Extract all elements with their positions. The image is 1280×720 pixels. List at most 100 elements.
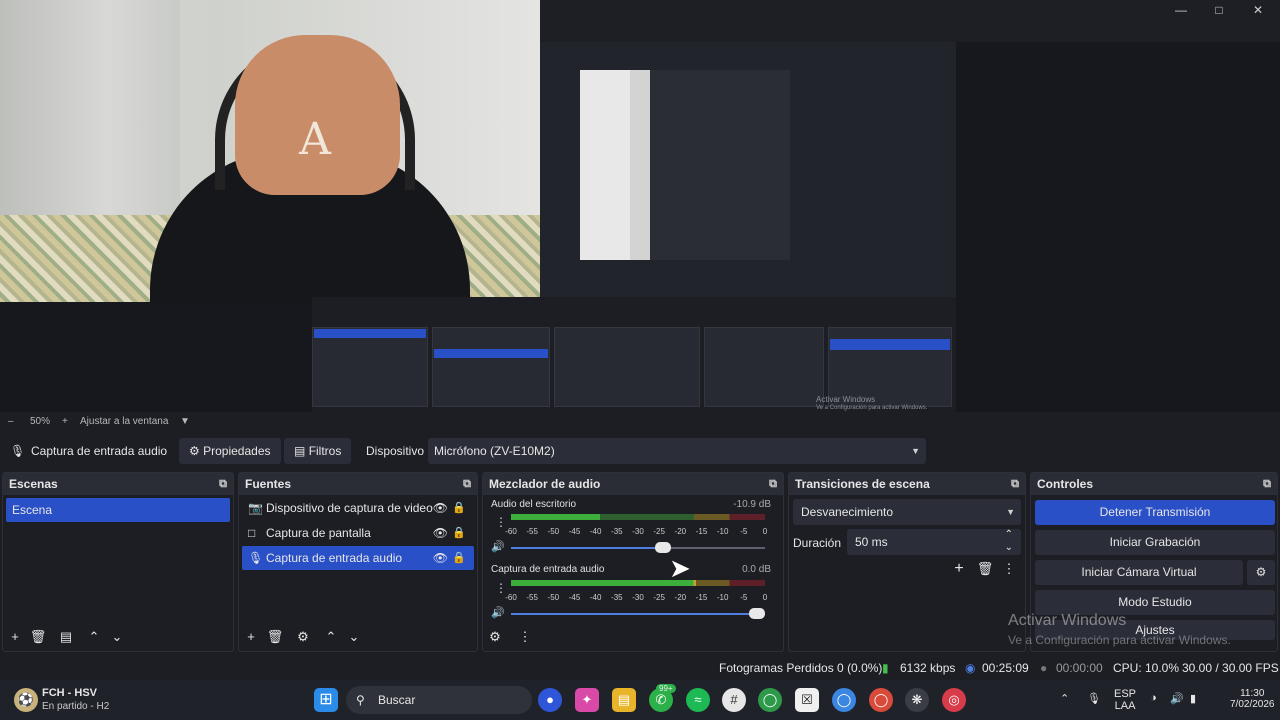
scale-tick-label: -5 — [740, 593, 748, 602]
meter-scale: -60 -55 -50 -45 -40 -35 -30 -25 -20 -15 -10 -5 0 — [505, 527, 767, 537]
language-indicator[interactable]: ESP LAA — [1114, 688, 1136, 712]
stop-stream-button[interactable]: Detener Transmisión — [1035, 500, 1275, 525]
fader-knob[interactable] — [655, 542, 672, 553]
lock-icon[interactable]: 🔒 — [452, 521, 466, 545]
add-icon[interactable]: + — [5, 627, 25, 647]
volume-icon[interactable]: 🔊 — [1170, 692, 1184, 705]
widget-title[interactable]: FCH - HSV — [42, 687, 97, 699]
filter-icon[interactable]: ▤ — [56, 627, 76, 647]
scale-tick-label: -20 — [674, 593, 687, 602]
trash-icon[interactable]: 🗑 — [975, 559, 995, 579]
nested-recursive-preview — [580, 70, 790, 260]
eye-icon[interactable]: 👁 — [433, 546, 448, 570]
stream-time: 00:25:09 — [982, 661, 1029, 675]
device-select[interactable]: Micrófono (ZV-E10M2) ▼ — [428, 438, 926, 464]
undock-icon[interactable]: ⧉ — [219, 473, 227, 495]
widget-subtitle[interactable]: En partido - H2 — [42, 701, 109, 712]
volume-fader[interactable] — [511, 608, 765, 619]
microphone-icon[interactable]: 🎙 — [1087, 692, 1101, 705]
add-icon[interactable]: + — [949, 559, 969, 579]
chatgpt-icon[interactable]: ❋ — [905, 688, 929, 712]
soccer-ball-icon[interactable]: ⚽ — [14, 688, 38, 712]
virtual-cam-settings-button[interactable]: ⚙ — [1247, 560, 1275, 585]
device-label: Dispositivo — [366, 444, 425, 458]
lock-icon[interactable]: 🔒 — [452, 496, 466, 520]
sources-toolbar: + 🗑 ⚙ ⌃ ⌄ — [239, 627, 477, 647]
gear-icon: ⚙ — [1255, 565, 1267, 579]
windows-start-icon[interactable]: ⊞ — [314, 688, 338, 712]
advanced-audio-icon[interactable]: ⚙ — [485, 627, 505, 647]
undock-icon[interactable]: ⧉ — [463, 473, 471, 495]
eye-icon[interactable]: 👁 — [433, 521, 448, 545]
chrome-profile-icon[interactable]: ◯ — [832, 688, 856, 712]
source-item[interactable]: 🎙 Captura de entrada audio 👁 🔒 — [242, 546, 474, 570]
transition-select[interactable]: Desvanecimiento ▼ — [793, 499, 1021, 525]
trash-icon[interactable]: 🗑 — [265, 627, 285, 647]
zoom-out-icon[interactable]: – — [8, 416, 14, 427]
zoom-in-icon[interactable]: + — [62, 416, 68, 427]
undock-icon[interactable]: ⧉ — [1263, 473, 1271, 495]
copilot-icon[interactable]: ✦ — [575, 688, 599, 712]
discord-icon[interactable]: ● — [538, 688, 562, 712]
clock[interactable]: 11:30 7/02/2026 — [1230, 688, 1275, 710]
scale-tick-label: -30 — [632, 527, 644, 536]
scale-tick-label: -40 — [589, 593, 602, 602]
mouse-cursor-icon: ➤ — [669, 553, 691, 583]
scenes-title: Escenas ⧉ — [3, 473, 233, 495]
maximize-icon[interactable]: □ — [1206, 2, 1232, 18]
volume-meter — [511, 580, 765, 586]
scale-tick-label: -60 — [505, 593, 517, 602]
filters-button[interactable]: ▤ Filtros — [284, 438, 352, 464]
speaker-icon[interactable]: 🔊 — [491, 606, 505, 619]
volume-fader[interactable] — [511, 542, 765, 553]
kebab-menu-icon[interactable]: ⋮ — [999, 559, 1019, 579]
chevron-up-icon[interactable]: ⌃ — [1060, 692, 1069, 705]
folder-icon[interactable]: ▤ — [612, 688, 636, 712]
chevron-down-icon[interactable]: ⌄ — [107, 627, 127, 647]
gear-icon[interactable]: ⚙ — [293, 627, 313, 647]
chevron-down-icon[interactable]: ▼ — [180, 416, 190, 427]
properties-button[interactable]: ⚙ Propiedades — [179, 438, 281, 464]
scene-item[interactable]: Escena — [6, 498, 230, 522]
fader-knob[interactable] — [749, 608, 765, 619]
filters-label: Filtros — [308, 444, 342, 458]
chevron-up-icon[interactable]: ⌃ — [84, 627, 104, 647]
close-icon[interactable]: ✕ — [1245, 2, 1271, 18]
chrome-icon[interactable]: ◯ — [758, 688, 782, 712]
scale-tick-label: -50 — [547, 527, 560, 536]
start-virtual-cam-button[interactable]: Iniciar Cámara Virtual — [1035, 560, 1243, 585]
undock-icon[interactable]: ⧉ — [1011, 473, 1019, 495]
kebab-menu-icon[interactable]: ⋮ — [515, 627, 535, 647]
minimize-icon[interactable]: — — [1168, 2, 1194, 18]
chevron-down-icon[interactable]: ⌄ — [1005, 535, 1013, 561]
add-icon[interactable]: + — [241, 627, 261, 647]
wifi-icon[interactable]: ◑ — [1150, 692, 1157, 704]
speaker-icon[interactable]: 🔊 — [491, 540, 505, 553]
source-item[interactable]: □ Captura de pantalla 👁 🔒 — [242, 521, 474, 545]
slack-icon[interactable]: # — [722, 688, 746, 712]
taskbar-search[interactable]: ⚲ Buscar — [346, 686, 532, 714]
fit-to-window[interactable]: Ajustar a la ventana — [80, 416, 168, 427]
duration-spinbox[interactable]: 50 ms ⌃ ⌄ — [847, 529, 1021, 555]
battery-icon[interactable]: ▮ — [1190, 692, 1196, 705]
notification-badge: 99+ — [656, 684, 676, 693]
scale-tick-label: -55 — [526, 593, 538, 602]
chrome-profile-icon[interactable]: ◯ — [869, 688, 893, 712]
meter-scale: -60 -55 -50 -45 -40 -35 -30 -25 -20 -15 -10 -5 0 — [505, 593, 767, 603]
duration-label: Duración — [793, 536, 842, 550]
eye-icon[interactable]: 👁 — [433, 496, 448, 520]
undock-icon[interactable]: ⧉ — [769, 473, 777, 495]
spotify-icon[interactable]: ≈ — [686, 688, 710, 712]
preview-canvas[interactable]: — □ ✕ A Activar Windows Ve a Configuraci… — [0, 0, 1280, 412]
fps: 30.00 / 30.00 FPS — [1182, 661, 1279, 675]
lock-icon[interactable]: 🔒 — [452, 546, 466, 570]
chevron-down-icon[interactable]: ⌄ — [344, 627, 364, 647]
selected-source-name: Captura de entrada audio — [31, 444, 168, 458]
fader-fill — [511, 613, 765, 615]
source-item[interactable]: 📷 Dispositivo de captura de video 👁 🔒 — [242, 496, 474, 520]
chevron-up-icon[interactable]: ⌃ — [321, 627, 341, 647]
capcut-icon[interactable]: ☒ — [795, 688, 819, 712]
start-recording-button[interactable]: Iniciar Grabación — [1035, 530, 1275, 555]
trash-icon[interactable]: 🗑 — [28, 627, 48, 647]
obs-icon[interactable]: ◎ — [942, 688, 966, 712]
